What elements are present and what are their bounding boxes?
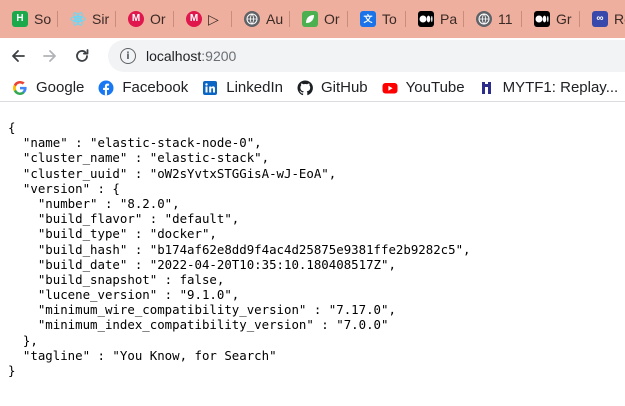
bookmark-label: GitHub (320, 79, 368, 96)
tab-title: Gr (556, 11, 572, 27)
mytf1-icon (479, 80, 495, 96)
tab-title: Au (266, 11, 284, 27)
tab[interactable]: 11 (464, 0, 522, 38)
json-line: "build_type" : "docker", (8, 226, 217, 242)
json-line: "build_date" : "2022-04-20T10:35:10.1804… (8, 256, 396, 272)
tab-title: Pa (440, 11, 458, 27)
infinity-icon: ∞ (592, 11, 608, 27)
bookmark-github[interactable]: GitHub (297, 79, 368, 96)
json-line: "build_snapshot" : false, (8, 271, 225, 287)
tab-title: Re (614, 11, 625, 27)
json-line: "build_flavor" : "default", (8, 211, 240, 227)
react-icon (70, 11, 86, 27)
tab-title: Or (150, 11, 166, 27)
arrow-left-icon (12, 50, 25, 62)
bookmark-google[interactable]: Google (12, 79, 84, 96)
github-icon (297, 79, 313, 96)
json-line: "minimum_wire_compatibility_version" : "… (8, 302, 396, 318)
tab[interactable]: 文 To (348, 0, 406, 38)
medium-icon (534, 11, 550, 27)
json-line: }, (8, 332, 38, 348)
tab[interactable]: Pa (406, 0, 464, 38)
globe-icon (244, 11, 260, 27)
reload-icon (76, 49, 89, 62)
tab[interactable]: Gr (522, 0, 580, 38)
url-port: :9200 (201, 48, 237, 64)
hackerrank-icon: H (12, 11, 28, 27)
url-host: localhost (146, 48, 202, 64)
json-line: "version" : { (8, 180, 120, 196)
browser-toolbar: i localhost:9200 (0, 38, 625, 74)
bookmark-mytf1[interactable]: MYTF1: Replay... (479, 79, 619, 96)
arrow-right-icon (43, 50, 56, 62)
url-text[interactable]: localhost:9200 (146, 48, 236, 64)
tab-title: Or (324, 11, 340, 27)
json-line: "tagline" : "You Know, for Search" (8, 347, 277, 363)
facebook-icon (98, 80, 114, 96)
translate-icon: 文 (360, 11, 376, 27)
reload-button[interactable] (68, 42, 96, 70)
json-line: "minimum_index_compatibility_version" : … (8, 317, 389, 333)
m-logo-icon: M (186, 11, 202, 27)
bookmarks-bar: Google Facebook LinkedIn GitHub YouTube … (0, 74, 625, 102)
json-line: "lucene_version" : "9.1.0", (8, 287, 240, 303)
tab[interactable]: Or (290, 0, 348, 38)
json-line: "build_hash" : "b174af62e8dd9f4ac4d25875… (8, 241, 471, 257)
json-line: "name" : "elastic-stack-node-0", (8, 135, 262, 151)
tab-title: So (34, 11, 52, 27)
tab-title: ▷ (208, 10, 219, 27)
address-bar[interactable]: i localhost:9200 (108, 40, 625, 72)
linkedin-icon (202, 80, 218, 96)
m-logo-icon: M (128, 11, 144, 27)
bookmark-facebook[interactable]: Facebook (98, 79, 188, 96)
json-line: "number" : "8.2.0", (8, 195, 180, 211)
back-button[interactable] (4, 42, 32, 70)
tab-title: 11 (498, 11, 513, 27)
tab[interactable]: M Or (116, 0, 174, 38)
json-line: } (8, 363, 16, 378)
bookmark-linkedin[interactable]: LinkedIn (202, 79, 283, 96)
info-icon[interactable]: i (120, 48, 136, 64)
tab[interactable]: ∞ Re (580, 0, 625, 38)
tab[interactable]: Sir (58, 0, 116, 38)
bookmark-label: Google (36, 79, 85, 96)
bookmark-label: Facebook (122, 79, 189, 96)
bookmark-label: LinkedIn (226, 79, 283, 96)
json-line: "cluster_name" : "elastic-stack", (8, 150, 270, 166)
forward-button[interactable] (36, 42, 64, 70)
globe-icon (476, 11, 492, 27)
tab-strip: H So Sir M Or M ▷ Au Or 文 To Pa 11 Gr ∞ … (0, 0, 625, 38)
tab[interactable]: H So (0, 0, 58, 38)
tab[interactable]: M ▷ (174, 0, 232, 38)
tab-title: Sir (92, 11, 110, 27)
leaf-icon (302, 11, 318, 27)
tab[interactable]: Au (232, 0, 290, 38)
bookmark-youtube[interactable]: YouTube (382, 79, 465, 96)
json-line: "cluster_uuid" : "oW2sYvtxSTGGisA-wJ-EoA… (8, 165, 337, 181)
bookmark-label: YouTube (405, 79, 465, 96)
google-icon (12, 80, 28, 96)
json-response: { "name" : "elastic-stack-node-0", "clus… (8, 120, 618, 378)
youtube-icon (382, 80, 398, 96)
json-line: { (8, 120, 16, 135)
tab-title: To (382, 11, 397, 27)
bookmark-label: MYTF1: Replay... (502, 79, 619, 96)
medium-icon (418, 11, 434, 27)
